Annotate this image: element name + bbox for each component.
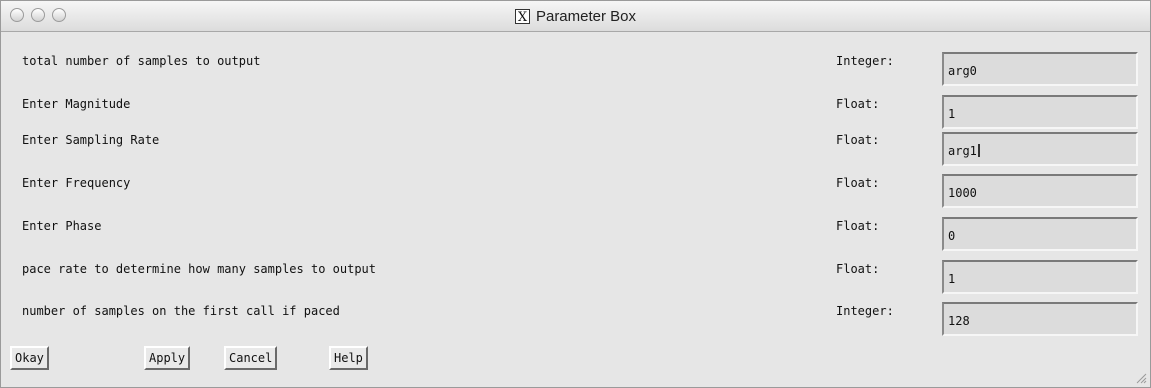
type-total-samples: Integer: <box>836 54 894 68</box>
parameter-box-window: X Parameter Box total number of samples … <box>0 0 1151 388</box>
phase-input[interactable]: 0 <box>942 217 1138 251</box>
type-pace-rate: Float: <box>836 262 880 276</box>
label-total-samples: total number of samples to output <box>22 54 261 68</box>
window-title: Parameter Box <box>535 7 637 25</box>
label-frequency: Enter Frequency <box>22 176 131 190</box>
type-sampling-rate: Float: <box>836 133 880 147</box>
help-button[interactable]: Help <box>329 346 368 370</box>
sampling-rate-input[interactable]: arg1 <box>942 132 1138 166</box>
first-call-samples-input[interactable]: 128 <box>942 302 1138 336</box>
text-cursor-icon <box>977 144 980 157</box>
frequency-input[interactable]: 1000 <box>942 174 1138 208</box>
first-call-samples-value: 128 <box>948 314 970 328</box>
cancel-button[interactable]: Cancel <box>224 346 278 370</box>
pace-rate-input[interactable]: 1 <box>942 260 1138 294</box>
apply-button[interactable]: Apply <box>144 346 191 370</box>
phase-value: 0 <box>948 229 956 243</box>
pace-rate-value: 1 <box>948 272 956 286</box>
total-samples-value: arg0 <box>948 64 977 78</box>
type-first-call-samples: Integer: <box>836 304 894 318</box>
type-phase: Float: <box>836 219 880 233</box>
sampling-rate-value: arg1 <box>948 144 977 158</box>
okay-button[interactable]: Okay <box>10 346 49 370</box>
label-pace-rate: pace rate to determine how many samples … <box>22 262 377 276</box>
resize-grip-icon[interactable] <box>1135 372 1147 384</box>
title-bar[interactable]: X Parameter Box <box>1 1 1150 32</box>
label-sampling-rate: Enter Sampling Rate <box>22 133 160 147</box>
x11-icon: X <box>514 8 530 25</box>
total-samples-input[interactable]: arg0 <box>942 52 1138 86</box>
magnitude-value: 1 <box>948 107 956 121</box>
type-magnitude: Float: <box>836 97 880 111</box>
frequency-value: 1000 <box>948 186 977 200</box>
type-frequency: Float: <box>836 176 880 190</box>
magnitude-input[interactable]: 1 <box>942 95 1138 129</box>
label-phase: Enter Phase <box>22 219 102 233</box>
label-magnitude: Enter Magnitude <box>22 97 131 111</box>
label-first-call-samples: number of samples on the first call if p… <box>22 304 340 318</box>
